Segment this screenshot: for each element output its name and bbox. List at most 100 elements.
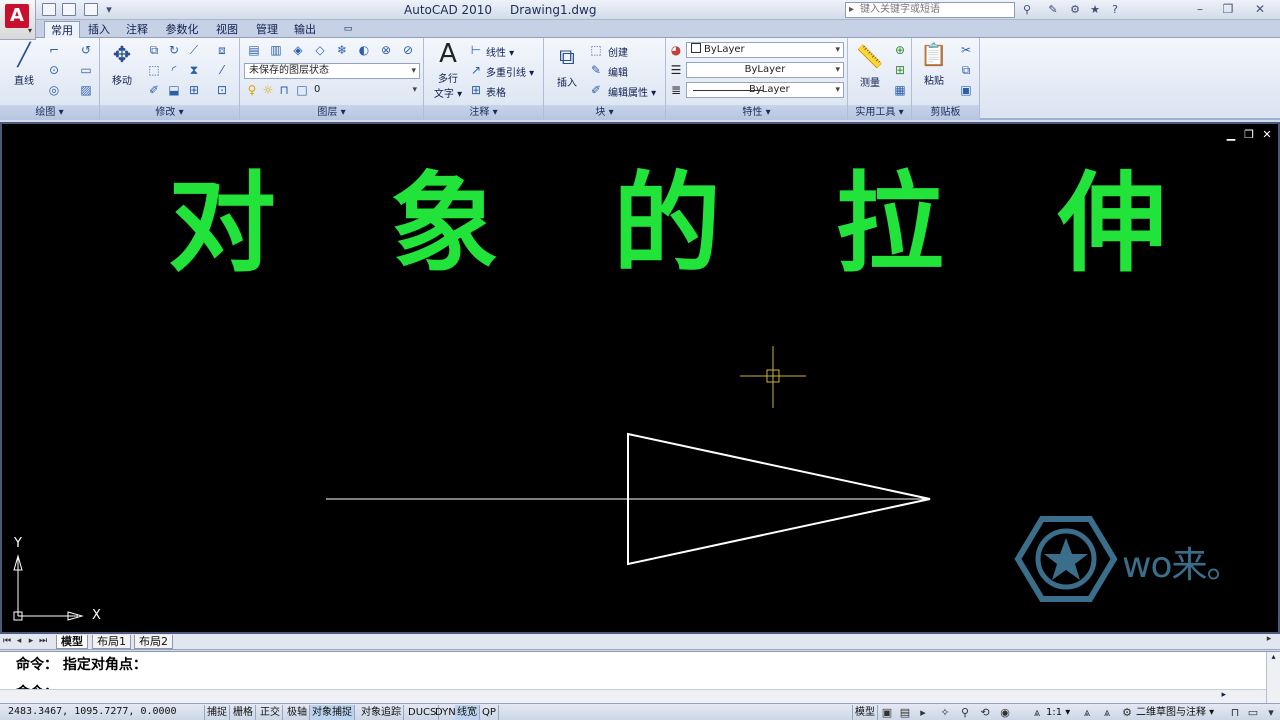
polar-toggle[interactable]: 极轴: [285, 705, 310, 720]
layer-state-dropdown[interactable]: 未保存的图层状态: [244, 63, 420, 79]
layer-properties-icon[interactable]: ▤: [246, 42, 262, 58]
application-menu-button[interactable]: A ▾: [0, 0, 36, 40]
paste-button[interactable]: 📋 粘贴: [916, 42, 952, 87]
layout-tab-layout1[interactable]: 布局1: [92, 635, 131, 649]
status-menu-icon[interactable]: ▾: [1264, 705, 1278, 720]
select-all-icon[interactable]: ⊞: [892, 62, 908, 78]
restore-icon[interactable]: ❐: [1214, 1, 1242, 17]
scroll-right-icon[interactable]: ▸: [1221, 690, 1226, 700]
command-scrollbar[interactable]: ▴: [1266, 652, 1280, 704]
table-button[interactable]: 表格: [486, 84, 506, 99]
quick-select-icon[interactable]: ⊕: [892, 42, 908, 58]
search-input[interactable]: 键入关键字或短语: [845, 2, 1015, 18]
clipboard-panel-title[interactable]: 剪贴板: [912, 105, 979, 120]
clean-screen-icon[interactable]: ▭: [1246, 705, 1260, 720]
edit-block-button[interactable]: 编辑: [608, 64, 628, 79]
fillet-icon[interactable]: ◜: [166, 62, 182, 78]
command-horizontal-scrollbar[interactable]: ▸: [0, 689, 1266, 703]
mtext-button[interactable]: A 多行 文字 ▾: [430, 40, 466, 100]
workspace-dropdown[interactable]: 二维草图与注释 ▾: [1134, 705, 1216, 720]
arc-rotate-icon[interactable]: ↺: [78, 42, 94, 58]
minimize-icon[interactable]: –: [1186, 1, 1214, 17]
first-layout-icon[interactable]: ⏮: [2, 636, 12, 646]
erase-icon[interactable]: ✐: [146, 82, 162, 98]
steering-wheel-icon[interactable]: ✧: [938, 705, 952, 720]
multileader-button[interactable]: 多重引线 ▾: [486, 64, 534, 79]
move-button[interactable]: ✥ 移动: [104, 42, 140, 87]
layer-off-icon[interactable]: ◐: [356, 42, 372, 58]
edit-attributes-button[interactable]: 编辑属性 ▾: [608, 84, 656, 99]
modify-panel-title[interactable]: 修改 ▾: [100, 105, 239, 120]
copy-icon[interactable]: ⧉: [146, 42, 162, 58]
ortho-toggle[interactable]: 正交: [258, 705, 283, 720]
copy-clip-icon[interactable]: ⧉: [958, 62, 974, 78]
layout-tab-model[interactable]: 模型: [56, 635, 88, 649]
annotation-scale-dropdown[interactable]: 1:1 ▾: [1044, 705, 1072, 720]
quick-access-dropdown-icon[interactable]: ▾: [102, 3, 116, 17]
trim-icon[interactable]: ⟋: [186, 42, 202, 58]
mirror-icon[interactable]: ⧗: [186, 62, 202, 78]
tab-insert[interactable]: 插入: [84, 21, 114, 38]
stretch-icon[interactable]: ⬚: [146, 62, 162, 78]
lock-icon[interactable]: ⊓: [1228, 705, 1242, 720]
otrack-toggle[interactable]: 对象追踪: [359, 705, 404, 720]
line-button[interactable]: ╱ 直线: [6, 42, 42, 87]
command-window[interactable]: 命令： 指定对角点： 命令： ▴ ▸: [0, 651, 1280, 704]
tab-annotate[interactable]: 注释: [122, 21, 152, 38]
open-file-icon[interactable]: [62, 3, 76, 16]
layer-state-icon[interactable]: ▥: [268, 42, 284, 58]
rotate-icon[interactable]: ↻: [166, 42, 182, 58]
layer-isolate-icon[interactable]: ◈: [290, 42, 306, 58]
last-layout-icon[interactable]: ⏭: [38, 636, 48, 646]
layer-match-icon[interactable]: ◇: [312, 42, 328, 58]
break-icon[interactable]: ⁄: [214, 62, 230, 78]
array-icon[interactable]: ⊞: [186, 82, 202, 98]
help-icon[interactable]: ?: [1108, 3, 1122, 17]
quick-view-drawings-icon[interactable]: ▤: [898, 705, 912, 720]
quick-view-layouts-icon[interactable]: ▣: [880, 705, 894, 720]
tab-manage[interactable]: 管理: [252, 21, 282, 38]
coordinate-readout[interactable]: 2483.3467, 1095.7277, 0.0000: [8, 706, 177, 717]
subscription-icon[interactable]: ⚙: [1068, 3, 1082, 17]
navigation-icon[interactable]: ◉: [998, 705, 1012, 720]
layer-freeze-icon[interactable]: ❄: [334, 42, 350, 58]
osnap-toggle[interactable]: 对象捕捉: [310, 705, 355, 720]
lineweight-toggle[interactable]: 线宽: [455, 705, 480, 720]
next-layout-icon[interactable]: ▸: [26, 636, 36, 646]
rectangle-icon[interactable]: ▭: [78, 62, 94, 78]
layout-scroll-right-icon[interactable]: ▸: [1262, 634, 1276, 649]
scale-icon[interactable]: ⬓: [166, 82, 182, 98]
block-panel-title[interactable]: 块 ▾: [544, 105, 665, 120]
tab-parametric[interactable]: 参数化: [162, 21, 202, 38]
binoculars-icon[interactable]: ⚲: [1020, 3, 1034, 17]
current-layer-dropdown[interactable]: 0: [310, 83, 420, 99]
quick-properties-toggle[interactable]: QP: [480, 705, 499, 720]
circle-icon[interactable]: ⊙: [46, 62, 62, 78]
match-properties-icon[interactable]: ▣: [958, 82, 974, 98]
favorites-star-icon[interactable]: ★: [1088, 3, 1102, 17]
new-file-icon[interactable]: [42, 3, 56, 16]
layer-panel-title[interactable]: 图层 ▾: [240, 105, 423, 120]
scroll-up-icon[interactable]: ▴: [1267, 652, 1280, 661]
grid-toggle[interactable]: 栅格: [231, 705, 256, 720]
save-file-icon[interactable]: [84, 3, 98, 16]
utilities-panel-title[interactable]: 实用工具 ▾: [848, 105, 911, 120]
snap-toggle[interactable]: 捕捉: [204, 705, 230, 720]
linear-dimension-button[interactable]: 线性 ▾: [486, 44, 514, 59]
cut-icon[interactable]: ✂: [958, 42, 974, 58]
tab-home[interactable]: 常用: [44, 21, 80, 38]
showmotion-icon[interactable]: ⟲: [978, 705, 992, 720]
model-space-button[interactable]: 模型: [852, 705, 878, 720]
annotation-visibility-icon[interactable]: ⩓: [1080, 705, 1094, 720]
auto-scale-icon[interactable]: ⩓: [1100, 705, 1114, 720]
ribbon-minimize-icon[interactable]: ▭: [336, 21, 360, 38]
tools-icon[interactable]: ✎: [1046, 3, 1060, 17]
ellipse-icon[interactable]: ◎: [46, 82, 62, 98]
tab-output[interactable]: 输出: [290, 21, 320, 38]
create-block-button[interactable]: 创建: [608, 44, 628, 59]
measure-button[interactable]: 📏 测量: [852, 44, 888, 89]
close-icon[interactable]: ✕: [1246, 1, 1274, 17]
annotation-panel-title[interactable]: 注释 ▾: [424, 105, 543, 120]
color-dropdown[interactable]: ByLayer: [686, 42, 844, 58]
offset-icon[interactable]: ⧈: [214, 42, 230, 58]
